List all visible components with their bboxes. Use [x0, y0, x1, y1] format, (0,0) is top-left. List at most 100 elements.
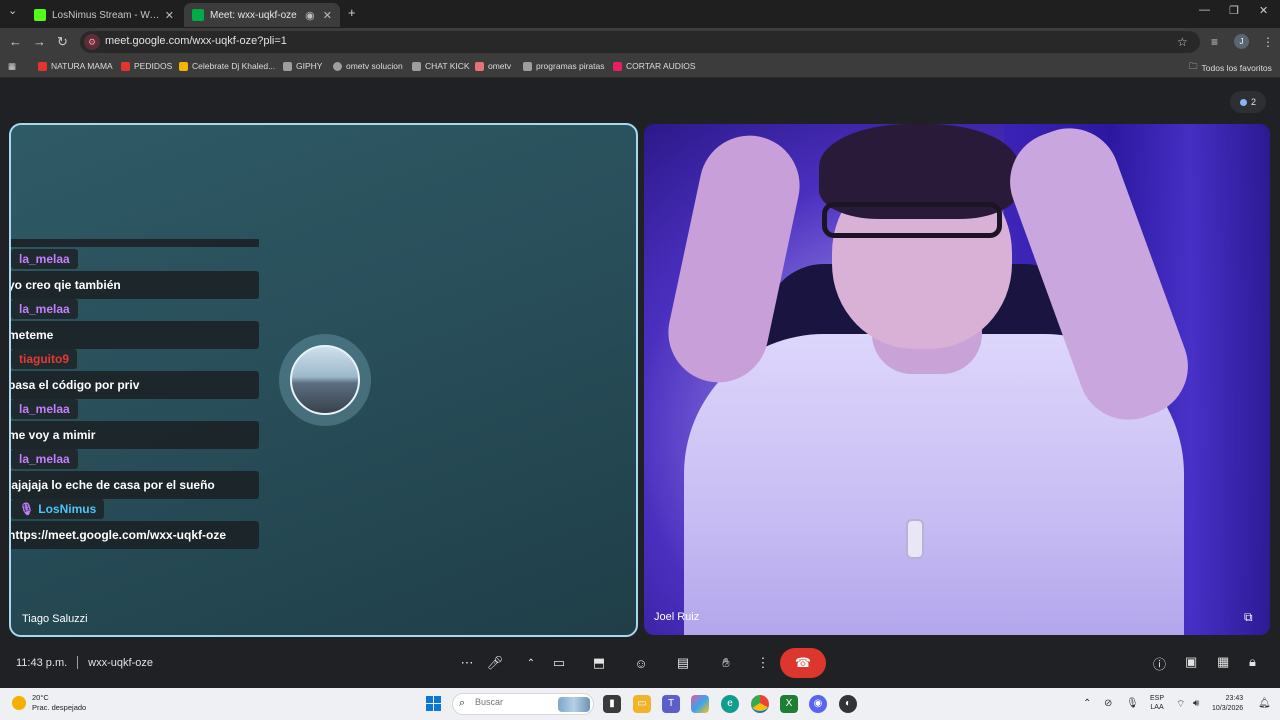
bookmark-favicon-icon [38, 61, 47, 71]
bookmark-label: GIPHY [296, 61, 323, 71]
chat-username: la_melaa [11, 399, 78, 419]
teams-icon[interactable]: T [662, 695, 680, 713]
forward-icon[interactable]: → [33, 34, 46, 49]
discord-icon[interactable]: ◉ [809, 695, 827, 713]
pip-icon[interactable]: ⧉ [1244, 610, 1253, 625]
file-explorer-icon[interactable]: ▭ [633, 695, 651, 713]
captions-button[interactable]: ▤ [666, 648, 700, 678]
close-tab-icon[interactable]: ✕ [323, 9, 332, 22]
back-icon[interactable]: ← [9, 34, 22, 49]
notifications-bell-icon[interactable]: 🔔︎ [1258, 698, 1271, 709]
tab-search-icon[interactable]: ⌄ [8, 4, 17, 17]
chat-text: meteme [11, 321, 259, 349]
more-options-button[interactable]: ⋮ [754, 648, 772, 678]
folder-icon: 🗀 [1189, 61, 1198, 71]
start-button[interactable] [426, 696, 441, 711]
show-hidden-icons-icon[interactable]: ⌃ [1083, 698, 1091, 709]
network-off-icon[interactable]: ⊘ [1104, 698, 1112, 709]
video-options-chevron-icon[interactable]: ⌃ [522, 648, 540, 678]
end-call-button[interactable]: ☎ [780, 648, 826, 678]
camera-button[interactable]: ▭ [542, 648, 576, 678]
address-bar[interactable]: ⚙ meet.google.com/wxx-uqkf-oze?pli=1 ☆ [80, 31, 1200, 53]
microphone-tray-icon[interactable]: 🎙︎ [1126, 698, 1139, 709]
bookmark-label: PEDIDOS [134, 61, 173, 71]
participant-name-label: Tiago Saluzzi [22, 613, 88, 625]
excel-icon[interactable]: X [780, 695, 798, 713]
reload-icon[interactable]: ↻ [57, 34, 68, 50]
chat-text: pasa el código por priv [11, 371, 259, 399]
chat-message: 🎙 LosNimus https://meet.google.com/wxx-uq… [11, 499, 259, 549]
search-highlight-image [558, 697, 590, 712]
meet-main: 2 la_melaa yo creo qie también la_melaa … [0, 79, 1280, 688]
bookmark-cortar-audios[interactable]: CORTAR AUDIOS [613, 61, 696, 71]
bookmark-chat-kick[interactable]: CHAT KICK [412, 61, 470, 71]
media-controls-icon[interactable]: ≡ [1211, 35, 1218, 49]
tab-losnimus-stream[interactable]: LosNimus Stream - Watch Live ✕ [26, 3, 182, 27]
participant-icon [1239, 98, 1247, 106]
minimize-icon[interactable]: — [1199, 4, 1210, 16]
bookmark-favicon-icon [179, 61, 188, 71]
taskbar-search[interactable]: ⌕ [452, 693, 594, 715]
site-info-icon[interactable]: ⚙ [84, 34, 100, 50]
more-audio-options-icon[interactable]: ⋯ [458, 648, 476, 678]
restore-icon[interactable]: ❐ [1229, 4, 1239, 17]
lang-line2: LAA [1150, 704, 1164, 711]
speaking-ring [279, 334, 371, 426]
weather-widget[interactable]: 20°C Prac. despejado [12, 693, 86, 713]
chat-username-text: LosNimus [38, 502, 97, 516]
host-controls-icon[interactable]: 🔒︎ [1249, 654, 1256, 670]
reactions-button[interactable]: ☺ [624, 648, 658, 678]
bookmark-ometv-solucion[interactable]: ometv solucion [333, 61, 403, 71]
participant-tile-tiago[interactable]: la_melaa yo creo qie también la_melaa me… [9, 123, 638, 637]
chat-username: la_melaa [11, 449, 78, 469]
bookmark-favicon-icon [333, 61, 342, 71]
input-language[interactable]: ESP LAA [1150, 694, 1164, 712]
close-window-icon[interactable]: ✕ [1259, 4, 1268, 17]
chat-message: tiaguito9 pasa el código por priv [11, 349, 259, 399]
system-clock[interactable]: 23:43 10/3/2026 [1212, 694, 1243, 714]
raise-hand-button[interactable]: ✋︎ [709, 648, 743, 678]
search-input[interactable] [475, 697, 565, 707]
profile-avatar[interactable]: J [1234, 34, 1249, 49]
bookmark-programas-piratas[interactable]: programas piratas [523, 61, 605, 71]
participants-count-chip[interactable]: 2 [1230, 91, 1266, 113]
volume-icon[interactable]: 🔊︎ [1193, 698, 1199, 709]
present-screen-button[interactable]: ⬒ [582, 648, 616, 678]
copilot-icon[interactable] [691, 695, 709, 713]
chrome-icon[interactable] [751, 695, 769, 713]
bookmark-natura-mama[interactable]: NATURA MAMA [38, 61, 113, 71]
participant-tile-joel[interactable]: Joel Ruiz ⧉ [644, 124, 1270, 635]
bookmark-favicon-icon [613, 61, 622, 71]
edge-icon[interactable]: e [721, 695, 739, 713]
meeting-details-icon[interactable]: ⓘ [1153, 654, 1166, 673]
bookmark-star-icon[interactable]: ☆ [1177, 35, 1188, 49]
bookmark-favicon-icon [283, 61, 292, 71]
bookmark-giphy[interactable]: GIPHY [283, 61, 322, 71]
weather-sun-icon [12, 696, 26, 710]
bookmark-celebrate[interactable]: Celebrate Dj Khaled... [179, 61, 275, 71]
browser-toolbar: ← → ↻ ⚙ meet.google.com/wxx-uqkf-oze?pli… [0, 28, 1280, 56]
app-icon[interactable]: ◐ [839, 695, 857, 713]
apps-grid-icon[interactable]: ▦ [8, 61, 16, 72]
meeting-info: 11:43 p.m. wxx-uqkf-oze [16, 656, 153, 669]
windows-taskbar: 20°C Prac. despejado ⌕ ▮ ▭ T e X ◉ ◐ ⌃ ⊘… [0, 688, 1280, 720]
bookmark-pedidos[interactable]: PEDIDOS [121, 61, 172, 71]
search-icon: ⌕ [459, 697, 466, 709]
close-tab-icon[interactable]: ✕ [165, 9, 174, 22]
new-tab-button[interactable]: + [348, 5, 356, 20]
bookmark-ometv[interactable]: ometv [475, 61, 511, 71]
clock-time: 23:43 [1225, 695, 1244, 702]
meeting-time: 11:43 p.m. [16, 656, 68, 669]
wifi-icon[interactable]: ⌔ [1176, 698, 1185, 711]
url-text[interactable]: meet.google.com/wxx-uqkf-oze?pli=1 [105, 35, 287, 47]
tab-meet[interactable]: Meet: wxx-uqkf-oze ◉ ✕ [184, 3, 340, 27]
bookmark-label: ometv [488, 61, 512, 71]
task-view-icon[interactable]: ▮ [603, 695, 621, 713]
microphone-button[interactable]: 🎤︎ [478, 648, 512, 678]
meeting-code: wxx-uqkf-oze [88, 656, 153, 669]
chat-icon[interactable]: ▣ [1185, 654, 1197, 670]
stream-chat-overlay: la_melaa yo creo qie también la_melaa me… [11, 239, 259, 549]
chrome-menu-icon[interactable]: ⋮ [1262, 35, 1274, 49]
all-bookmarks-folder[interactable]: 🗀 Todos los favoritos [1189, 61, 1272, 75]
activities-icon[interactable]: ▦ [1217, 654, 1229, 670]
